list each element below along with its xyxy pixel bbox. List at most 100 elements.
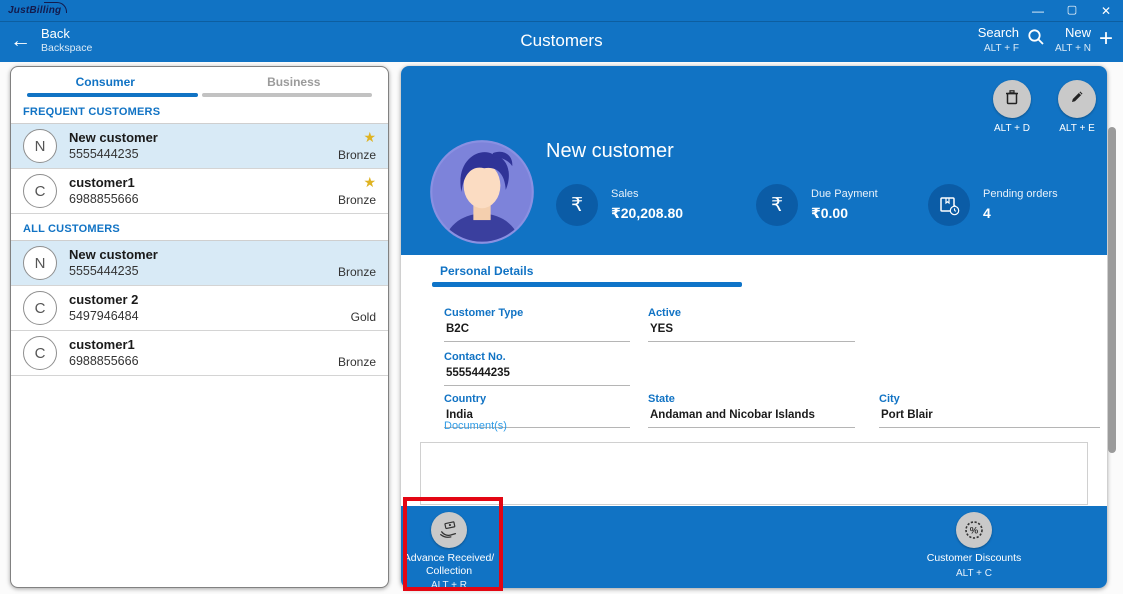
customer-name: New customer	[69, 129, 158, 147]
documents-label: Document(s)	[444, 420, 507, 432]
customer-row-frequent-1[interactable]: N New customer 5555444235 ★ Bronze	[11, 124, 388, 169]
customer-phone: 6988855666	[69, 353, 139, 370]
stat-value: 4	[983, 203, 1058, 224]
maximize-button[interactable]: ▢	[1055, 0, 1089, 21]
edit-shortcut: ALT + E	[1042, 123, 1112, 134]
customer-type-tabs: Consumer Business	[11, 67, 388, 97]
rupee-icon: ₹	[556, 184, 598, 226]
delete-customer-button[interactable]	[993, 80, 1031, 118]
field-value: Port Blair	[879, 407, 1100, 424]
minimize-button[interactable]: —	[1021, 0, 1055, 21]
tab-personal-details-underline	[432, 282, 742, 287]
customer-tier: Bronze	[338, 148, 376, 162]
new-label: New	[1065, 25, 1091, 42]
stat-due-payment: ₹ Due Payment ₹0.00	[756, 184, 878, 226]
customer-tier: Gold	[351, 310, 376, 324]
customer-tier: Bronze	[338, 355, 376, 369]
app-logo: JustBilling	[8, 5, 61, 16]
customer-initial-avatar: N	[23, 129, 57, 163]
field-contact-no: Contact No. 5555444235	[444, 350, 630, 386]
field-label: City	[879, 392, 1100, 407]
window-controls: — ▢ ✕	[1021, 0, 1123, 21]
customer-discounts-button[interactable]: % Customer Discounts ALT + C	[914, 512, 1034, 579]
tab-consumer[interactable]: Consumer	[11, 67, 200, 97]
customer-name: customer 2	[69, 291, 139, 309]
customer-name: New customer	[69, 246, 158, 264]
field-label: Contact No.	[444, 350, 630, 365]
customer-row-frequent-2[interactable]: C customer1 6988855666 ★ Bronze	[11, 169, 388, 214]
field-city: City Port Blair	[879, 392, 1100, 428]
customer-list-panel: Consumer Business FREQUENT CUSTOMERS N N…	[10, 66, 389, 588]
customer-row-all-1[interactable]: N New customer 5555444235 Bronze	[11, 241, 388, 286]
close-button[interactable]: ✕	[1089, 0, 1123, 21]
customer-row-all-3[interactable]: C customer1 6988855666 Bronze	[11, 331, 388, 376]
customer-name: customer1	[69, 174, 139, 192]
new-button[interactable]: New ALT + N +	[1055, 25, 1113, 55]
vertical-scrollbar[interactable]	[1108, 127, 1116, 453]
customer-name: customer1	[69, 336, 139, 354]
new-shortcut: ALT + N	[1055, 42, 1091, 55]
tab-consumer-underline	[27, 93, 198, 97]
detail-action-bar: Advance Received/ Collection ALT + R % C…	[401, 506, 1107, 588]
field-state: State Andaman and Nicobar Islands	[648, 392, 855, 428]
tab-business-underline	[202, 93, 373, 97]
action-shortcut: ALT + R	[431, 580, 467, 591]
customer-phone: 5497946484	[69, 308, 139, 325]
action-label-line1: Advance Received/	[404, 552, 494, 565]
hands-money-icon	[431, 512, 467, 548]
field-label: State	[648, 392, 855, 407]
tab-personal-details[interactable]: Personal Details	[440, 264, 533, 278]
search-label: Search	[978, 25, 1019, 42]
stat-sales: ₹ Sales ₹20,208.80	[556, 184, 683, 226]
search-button[interactable]: Search ALT + F	[978, 25, 1045, 55]
delete-shortcut: ALT + D	[977, 123, 1047, 134]
documents-box	[420, 442, 1088, 505]
customer-detail-name: New customer	[546, 140, 674, 163]
customer-hero: ALT + D ALT + E	[401, 66, 1107, 255]
page-title: Customers	[0, 31, 1123, 51]
field-label: Customer Type	[444, 306, 630, 321]
search-shortcut: ALT + F	[984, 42, 1019, 55]
advance-received-button[interactable]: Advance Received/ Collection ALT + R	[401, 512, 497, 591]
page-header: ← Back Backspace Customers Search ALT + …	[0, 22, 1123, 62]
stat-value: ₹0.00	[811, 203, 878, 224]
stat-label: Pending orders	[983, 186, 1058, 203]
star-icon: ★	[363, 174, 376, 191]
customer-phone: 6988855666	[69, 191, 139, 208]
field-customer-type: Customer Type B2C	[444, 306, 630, 342]
section-frequent-customers: FREQUENT CUSTOMERS	[11, 97, 388, 123]
stat-value: ₹20,208.80	[611, 203, 683, 224]
customer-phone: 5555444235	[69, 146, 158, 163]
action-label-line1: Customer Discounts	[927, 552, 1022, 565]
field-value: Andaman and Nicobar Islands	[648, 407, 855, 424]
customer-initial-avatar: C	[23, 336, 57, 370]
trash-icon	[1003, 88, 1021, 111]
action-label-line2: Collection	[404, 565, 494, 578]
stat-pending-orders: Pending orders 4	[928, 184, 1058, 226]
star-icon: ★	[363, 129, 376, 146]
stat-label: Due Payment	[811, 186, 878, 203]
customer-avatar	[428, 138, 536, 246]
tab-business[interactable]: Business	[200, 67, 389, 97]
plus-icon: +	[1099, 27, 1113, 51]
action-shortcut: ALT + C	[956, 568, 992, 579]
stat-label: Sales	[611, 186, 683, 203]
discount-percent-icon: %	[956, 512, 992, 548]
section-all-customers: ALL CUSTOMERS	[11, 214, 388, 240]
field-value: B2C	[444, 321, 630, 338]
field-value: YES	[648, 321, 855, 338]
edit-customer-button[interactable]	[1058, 80, 1096, 118]
field-label: Active	[648, 306, 855, 321]
customer-row-all-2[interactable]: C customer 2 5497946484 Gold	[11, 286, 388, 331]
svg-text:%: %	[970, 526, 979, 537]
customer-initial-avatar: C	[23, 174, 57, 208]
customer-tier: Bronze	[338, 193, 376, 207]
search-icon	[1027, 28, 1045, 51]
pencil-icon	[1068, 88, 1086, 111]
customer-tier: Bronze	[338, 265, 376, 279]
field-label: Country	[444, 392, 630, 407]
personal-details-section: Personal Details Customer Type B2C Activ…	[401, 255, 1107, 506]
app-window: JustBilling — ▢ ✕ ← Back Backspace Custo…	[0, 0, 1123, 594]
customer-initial-avatar: N	[23, 246, 57, 280]
titlebar: JustBilling — ▢ ✕	[0, 0, 1123, 22]
